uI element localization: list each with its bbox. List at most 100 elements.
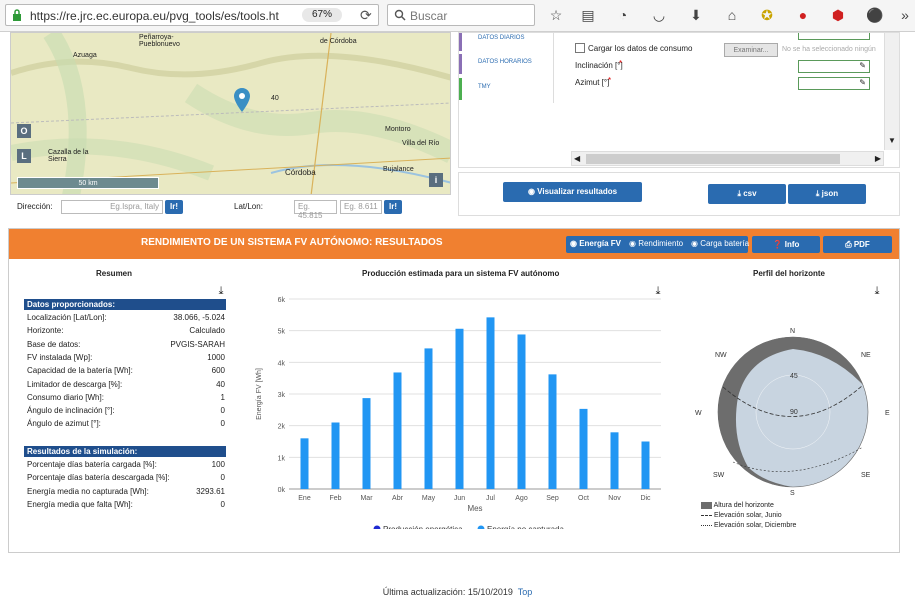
consumption-label: Cargar los datos de consumo (588, 44, 693, 53)
scroll-down-icon[interactable]: ▼ (888, 136, 896, 145)
x-tick-label: Sep (546, 495, 559, 502)
map-place-label: Cazalla de la Sierra (48, 149, 89, 163)
address-input[interactable]: Eg.Ispra, Italy (61, 200, 163, 214)
horizontal-scrollbar[interactable]: ◀ ▶ (571, 151, 884, 166)
latlon-go-button[interactable]: Ir! (384, 200, 402, 214)
tab-battery[interactable]: ◉ Carga batería (691, 239, 749, 248)
print-icon: ⎙ (845, 240, 854, 249)
tab-performance-label: Rendimiento (638, 239, 684, 248)
chart-bar (610, 432, 619, 489)
x-tick-label: Oct (578, 495, 589, 502)
csv-button[interactable]: ⤓ csv (708, 184, 786, 204)
legend-dot (373, 525, 381, 529)
pdf-button[interactable]: ⎙ PDF (823, 236, 892, 253)
summary-row-label: Ángulo de azimut [°]: (27, 419, 101, 429)
summary-row-label: Porcentaje días batería descargada [%]: (27, 473, 170, 483)
extension-icon[interactable]: ⚫ (866, 6, 884, 24)
tab-hourly-data-label: DATOS HORARIOS (478, 59, 532, 65)
scroll-thumb[interactable] (586, 154, 840, 164)
tab-hourly-data[interactable]: DATOS HORARIOS (459, 54, 554, 74)
summary-row-label: Horizonte: (27, 326, 64, 336)
browse-button[interactable]: Examinar... (724, 43, 778, 57)
tab-tmy[interactable]: TMY (459, 78, 554, 100)
tab-performance[interactable]: ◉ Rendimiento (629, 239, 683, 248)
results-tabs: ◉ Energía FV ◉ Rendimiento ◉ Carga bater… (566, 236, 749, 253)
download-icon[interactable]: ⬇ (687, 6, 705, 24)
info-button[interactable]: ❓ Info (752, 236, 820, 253)
summary-row-value: 1 (220, 392, 225, 402)
eye-icon: ◉ (691, 239, 701, 248)
chart-bar (579, 408, 588, 489)
no-file-label: No se ha seleccionado ningún (782, 46, 876, 53)
extension-badge-icon[interactable]: ✪ (758, 6, 776, 24)
page-content: Peñarroya-Pueblonuevo Azuaga de Córdoba … (0, 32, 915, 607)
simulation-results-header: Resultados de la simulación: (24, 446, 226, 457)
address-go-button[interactable]: Ir! (165, 200, 183, 214)
summary-row: Capacidad de la batería [Wh]: 600 (27, 366, 225, 378)
legend-dot (477, 525, 485, 529)
search-placeholder: Buscar (410, 9, 448, 23)
address-bar[interactable]: https://re.jrc.ec.europa.eu/pvg_tools/es… (5, 4, 379, 26)
inclination-input[interactable]: ✎ (798, 60, 870, 73)
horizon-legend-item: Elevación solar, Diciembre (701, 521, 796, 531)
map-place-label: Córdoba (285, 168, 316, 177)
tab-pv-energy[interactable]: ◉ Energía FV (570, 239, 621, 248)
summary-row: Energía media no capturada [Wh]: 3293.61 (27, 487, 225, 499)
history-icon[interactable]: ◔ (614, 6, 632, 24)
actions-row: ◉ Visualizar resultados ⤓ csv ⤓ json (458, 172, 900, 216)
summary-row-label: Consumo diario [Wh]: (27, 392, 104, 402)
x-tick-label: Mar (360, 495, 373, 502)
map-info-button[interactable]: i (429, 173, 443, 187)
tab-battery-label: Carga batería (700, 239, 750, 248)
results-title: RENDIMIENTO DE UN SISTEMA FV AUTÓNOMO: R… (141, 237, 443, 248)
horizon-download-icon[interactable]: ⤓ (871, 285, 883, 297)
mega-icon[interactable]: ● (794, 6, 812, 24)
horizon-polar-chart: 45 90 N NE E SE S SW W NW (695, 328, 890, 497)
tab-sidebar: DATOS DIARIOS DATOS HORARIOS TMY (459, 33, 554, 103)
x-tick-label: Nov (608, 495, 621, 502)
json-button[interactable]: ⤓ json (788, 184, 866, 204)
home-icon[interactable]: ⌂ (723, 6, 741, 24)
azimuth-required: * (608, 76, 612, 85)
azimuth-input[interactable]: ✎ (798, 77, 870, 90)
map-place-label: Bujalance (383, 166, 414, 173)
latitude-input[interactable]: Eg. 45.815 (294, 200, 337, 220)
question-icon: ❓ (772, 240, 785, 249)
reload-icon[interactable]: ⟳ (360, 7, 372, 24)
bookmark-star-icon[interactable]: ☆ (547, 6, 565, 24)
search-input[interactable]: Buscar (387, 4, 535, 26)
reading-list-icon[interactable]: ▤ (579, 6, 597, 24)
y-tick-label: 4k (278, 360, 286, 367)
legend-label: Elevación solar, Junio (713, 512, 782, 519)
pdf-label: PDF (853, 240, 870, 249)
consumption-checkbox[interactable] (575, 43, 585, 53)
longitude-input[interactable]: Eg. 8.611 (340, 200, 382, 214)
chart-bar (548, 374, 557, 489)
top-input-stub[interactable] (798, 33, 870, 40)
map-marker-icon[interactable] (234, 88, 250, 112)
chart-bar (455, 328, 464, 489)
map[interactable]: Peñarroya-Pueblonuevo Azuaga de Córdoba … (10, 32, 451, 195)
compass-s: S (790, 490, 795, 497)
x-tick-label: May (422, 495, 436, 502)
tab-daily-data[interactable]: DATOS DIARIOS (459, 33, 554, 51)
top-link[interactable]: Top (518, 587, 533, 597)
map-layer-o-button[interactable]: O (17, 124, 31, 138)
summary-row: Ángulo de azimut [°]: 0 (27, 419, 225, 431)
scroll-right-icon[interactable]: ▶ (875, 154, 881, 163)
summary-download-icon[interactable]: ⤓ (215, 285, 227, 297)
pocket-icon[interactable]: ◡ (650, 6, 668, 24)
summary-row-label: Energía media que falta [Wh]: (27, 499, 133, 509)
url-text: https://re.jrc.ec.europa.eu/pvg_tools/es… (30, 9, 279, 23)
browser-toolbar: https://re.jrc.ec.europa.eu/pvg_tools/es… (0, 0, 915, 32)
map-layer-l-button[interactable]: L (17, 149, 31, 163)
vertical-scrollbar[interactable]: ▼ (884, 33, 899, 150)
summary-row-label: FV instalada [Wp]: (27, 352, 93, 362)
summary-row-value: 600 (211, 366, 225, 376)
zoom-level[interactable]: 67% (302, 8, 342, 22)
visualize-button[interactable]: ◉ Visualizar resultados (503, 182, 642, 202)
adblock-icon[interactable]: ⬢ (829, 6, 847, 24)
scroll-left-icon[interactable]: ◀ (574, 154, 580, 163)
menu-overflow-icon[interactable]: » (896, 6, 914, 24)
summary-row: Energía media que falta [Wh]: 0 (27, 500, 225, 512)
